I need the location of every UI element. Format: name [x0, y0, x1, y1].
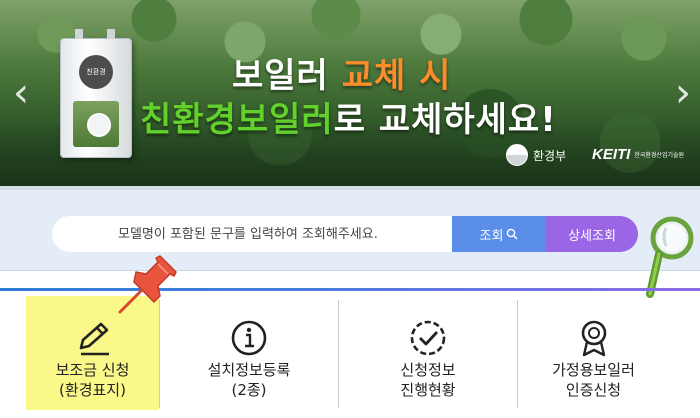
menu-label-line1: 신청정보 [400, 361, 456, 379]
menu-label: 가정용보일러 인증신청 [518, 360, 669, 400]
menu-label-line1: 설치정보등록 [207, 361, 291, 379]
keiti-full-name: 한국환경산업기술원 [634, 152, 685, 159]
search-icon [507, 228, 518, 240]
banner-prev-button[interactable]: ‹ [10, 72, 32, 114]
keiti-wordmark: KEITI [592, 146, 631, 163]
detail-search-button[interactable]: 상세조회 [546, 216, 638, 252]
menu-label-line1: 가정용보일러 [552, 361, 635, 379]
search-button[interactable]: 조회 [452, 216, 546, 252]
menu-label-line2: (환경표지) [59, 381, 126, 399]
chevron-right-icon: › [675, 70, 691, 116]
menu-item-certification[interactable]: 가정용보일러 인증신청 [518, 296, 669, 410]
menu-item-progress[interactable]: 신청정보 진행현황 [339, 296, 517, 410]
pencil-icon [79, 322, 109, 356]
menu-label: 신청정보 진행현황 [339, 360, 517, 400]
headline-1-text: 보일러 [232, 56, 329, 96]
check-circle-icon [410, 320, 446, 356]
menu-label-line1: 보조금 신청 [55, 361, 130, 379]
boiler-badge: 친환경 [79, 55, 113, 89]
search-button-label: 조회 [479, 228, 504, 244]
menu-label: 설치정보등록 (2종) [160, 360, 338, 400]
menu-label-line2: 진행현황 [400, 381, 456, 399]
menu-label: 보조금 신청 (환경표지) [26, 360, 159, 400]
info-icon [231, 320, 267, 356]
headline-2-text: 로 교체하세요! [333, 100, 557, 140]
banner-headline-1: 보일러 교체 시 [232, 48, 451, 97]
menu-label-line2: (2종) [231, 381, 267, 399]
ministry-environment-logo: 환경부 [506, 144, 566, 166]
boiler-panel [73, 101, 119, 147]
award-icon [581, 320, 606, 357]
ministry-emblem-icon [506, 144, 528, 166]
headline-1-accent: 교체 시 [341, 56, 452, 96]
banner-next-button[interactable]: › [672, 72, 694, 114]
model-search-input[interactable] [52, 216, 452, 252]
ministry-name: 환경부 [533, 148, 567, 163]
gradient-divider [0, 288, 700, 291]
keiti-logo: KEITI 한국환경산업기술원 [592, 146, 684, 163]
chevron-left-icon: ‹ [13, 70, 29, 116]
headline-2-accent: 친환경보일러 [140, 100, 334, 140]
boiler-illustration: 친환경 [60, 29, 132, 158]
menu-label-line2: 인증신청 [565, 381, 622, 399]
menu-item-install-info[interactable]: 설치정보등록 (2종) [160, 296, 338, 410]
search-section: 조회 상세조회 [0, 186, 700, 271]
pushpin-icon [118, 255, 177, 314]
banner-headline-2: 친환경보일러로 교체하세요! [140, 92, 557, 141]
hero-banner: 친환경 보일러 교체 시 친환경보일러로 교체하세요! 환경부 KEITI 한국… [0, 0, 700, 190]
